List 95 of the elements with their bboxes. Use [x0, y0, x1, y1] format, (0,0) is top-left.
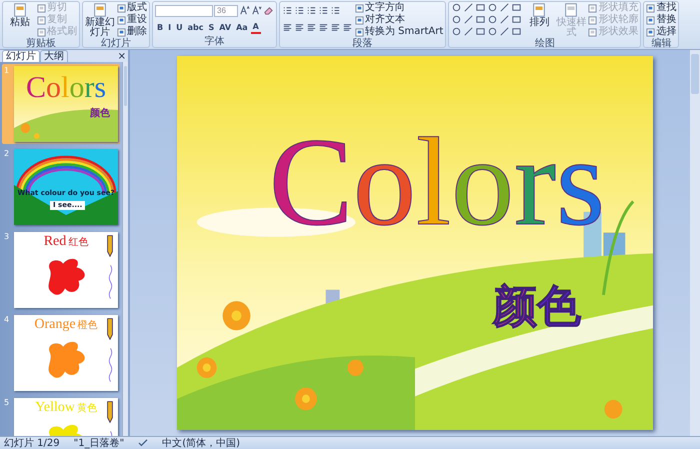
- shape-icon[interactable]: [487, 2, 498, 13]
- shape-icon[interactable]: [499, 2, 510, 13]
- format-button[interactable]: abc: [186, 22, 206, 33]
- slide-thumbnail[interactable]: Colors 颜色: [14, 66, 118, 142]
- format-button[interactable]: I: [166, 22, 174, 33]
- group-label: 绘图: [534, 38, 556, 49]
- format-button[interactable]: A: [250, 21, 261, 34]
- thumbnail-title: Orange: [34, 317, 76, 333]
- shape-icon[interactable]: [487, 26, 498, 37]
- ribbon-button[interactable]: 替换: [646, 14, 676, 26]
- grow-font-icon[interactable]: [239, 5, 250, 16]
- align-icon[interactable]: [282, 22, 293, 33]
- slide-subtitle[interactable]: 颜色: [493, 282, 581, 332]
- ribbon-button[interactable]: 删除: [117, 26, 147, 38]
- shape-icon[interactable]: [451, 2, 462, 13]
- eraser-icon[interactable]: [263, 5, 274, 16]
- format-button[interactable]: AV: [217, 22, 234, 33]
- shape-icon[interactable]: [511, 26, 522, 37]
- scrollbar[interactable]: [690, 50, 700, 436]
- scrollbar[interactable]: [122, 62, 128, 436]
- shape-icon[interactable]: [463, 26, 474, 37]
- close-button[interactable]: ×: [116, 51, 128, 62]
- align-icon[interactable]: [342, 22, 353, 33]
- shape-icon[interactable]: [499, 26, 510, 37]
- ribbon-button[interactable]: 粘贴: [5, 2, 35, 28]
- pencil-icon: [105, 234, 115, 258]
- thumbnail-subtitle: 黄色: [76, 403, 97, 415]
- list-icon[interactable]: [282, 5, 293, 16]
- document-icon: [92, 2, 108, 18]
- slide-thumbnail-slot[interactable]: 3 Red 红色: [2, 230, 120, 310]
- group-label: 编辑: [650, 38, 672, 49]
- font-size-field[interactable]: 36: [214, 4, 238, 16]
- shrink-font-icon[interactable]: [251, 5, 262, 16]
- slide-thumbnail-slot[interactable]: 1 Colors 颜色: [2, 64, 120, 144]
- ribbon-button[interactable]: 新建幻灯片: [85, 2, 115, 38]
- pencil-icon: [105, 400, 115, 424]
- thumbnail-subtitle: 颜色: [90, 108, 110, 119]
- ribbon-button[interactable]: 重设: [117, 14, 147, 26]
- font-name-field[interactable]: [155, 4, 213, 16]
- shape-icon[interactable]: [463, 14, 474, 25]
- shape-icon[interactable]: [463, 2, 474, 13]
- shape-icon[interactable]: [499, 14, 510, 25]
- list-icon[interactable]: [306, 5, 317, 16]
- format-button[interactable]: U: [174, 22, 185, 33]
- shape-icon[interactable]: [451, 14, 462, 25]
- format-button[interactable]: Aa: [234, 22, 250, 33]
- list-icon[interactable]: [318, 5, 329, 16]
- align-icon[interactable]: [306, 22, 317, 33]
- ribbon-button[interactable]: 查找: [646, 2, 676, 14]
- slide-number: 3: [4, 232, 10, 243]
- check-icon[interactable]: [138, 439, 148, 447]
- group-label: 幻灯片: [100, 38, 132, 49]
- group-label: 字体: [204, 36, 226, 47]
- language-status: 中文(简体，中国): [162, 438, 240, 448]
- align-icon[interactable]: [294, 22, 305, 33]
- slide-number: 1: [4, 66, 10, 77]
- thumbnail-title: Red: [44, 234, 66, 250]
- thumbnail-title: Colors: [26, 72, 106, 104]
- document-icon: [531, 2, 548, 18]
- ribbon-button[interactable]: 版式: [117, 2, 147, 14]
- thumbnail-subtitle: 橙色: [78, 320, 98, 332]
- panel-tab[interactable]: 大纲: [40, 50, 68, 62]
- format-button[interactable]: B: [155, 22, 166, 33]
- list-icon[interactable]: [294, 5, 305, 16]
- slide-counter: 幻灯片 1/29: [4, 438, 60, 448]
- shape-icon[interactable]: [511, 14, 522, 25]
- ribbon-button[interactable]: 选择: [646, 26, 676, 38]
- format-button[interactable]: S: [206, 22, 216, 33]
- panel-tab[interactable]: 幻灯片: [2, 50, 40, 62]
- list-icon[interactable]: [330, 5, 341, 16]
- group-label: 段落: [352, 38, 374, 49]
- shape-icon[interactable]: [475, 26, 486, 37]
- align-icon[interactable]: [318, 22, 329, 33]
- slide-number: 4: [4, 315, 10, 326]
- shape-icon[interactable]: [511, 2, 522, 13]
- thumbnail-title: Yellow: [35, 400, 75, 416]
- ribbon-button[interactable]: 转换为 SmartArt: [355, 26, 444, 38]
- ribbon-button[interactable]: 文字方向: [355, 2, 444, 14]
- align-icon[interactable]: [330, 22, 341, 33]
- document-icon: [563, 2, 580, 18]
- pencil-icon: [105, 317, 115, 341]
- shape-icon[interactable]: [487, 14, 498, 25]
- slide-number: 5: [4, 398, 10, 409]
- group-label: 剪贴板: [25, 38, 57, 49]
- slide-number: 2: [4, 149, 10, 160]
- thumbnail-subtitle: 红色: [68, 237, 88, 249]
- shape-icon[interactable]: [475, 2, 486, 13]
- shape-icon[interactable]: [475, 14, 486, 25]
- ribbon-button[interactable]: 对齐文本: [355, 14, 444, 26]
- slide-title[interactable]: Colors: [269, 124, 606, 242]
- document-icon: [12, 2, 28, 18]
- ribbon-button[interactable]: 排列: [524, 2, 554, 28]
- slide-thumbnail[interactable]: Red 红色: [14, 232, 118, 308]
- theme-name: "1_日落卷": [74, 438, 124, 448]
- shape-icon[interactable]: [451, 26, 462, 37]
